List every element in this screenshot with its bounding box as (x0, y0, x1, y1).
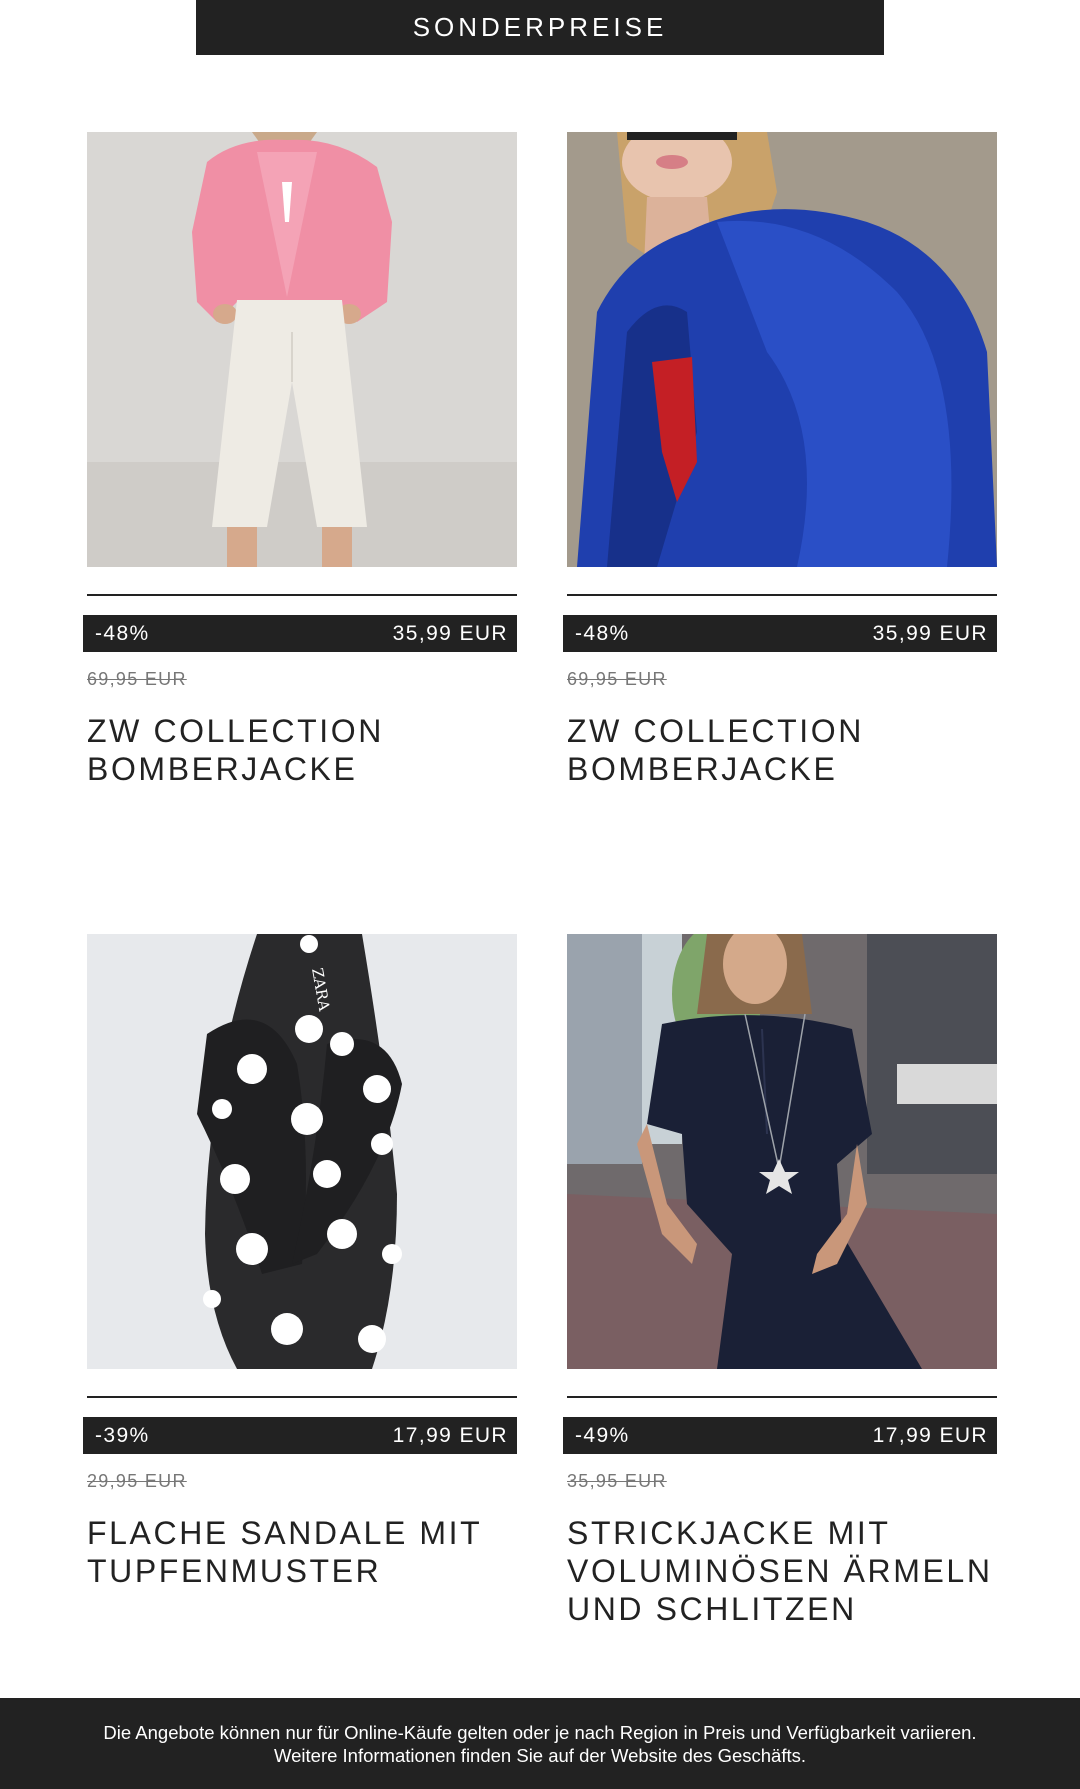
product-title-line: ZW COLLECTION (87, 713, 384, 749)
original-price: 35,95 EUR (567, 1471, 667, 1491)
sale-price: 17,99 EUR (872, 1423, 988, 1447)
discount-badge: -49% (575, 1423, 630, 1447)
original-price: 69,95 EUR (87, 669, 187, 689)
product-title-line: VOLUMINÖSEN ÄRMELN (567, 1553, 993, 1589)
product-title-line: TUPFENMUSTER (87, 1553, 382, 1589)
sale-banner[interactable]: SONDERPREISE (196, 0, 884, 55)
product-card[interactable]: -49% 17,99 EUR 35,95 EUR STRICKJACKE MIT… (563, 934, 997, 1628)
sale-price: 35,99 EUR (872, 621, 988, 645)
discount-badge: -39% (95, 1423, 150, 1447)
photo-polka-dot-sandal[interactable]: ZARA (87, 934, 517, 1369)
footer-disclaimer: Die Angebote können nur für Online-Käufe… (0, 1698, 1080, 1789)
divider (87, 594, 517, 596)
product-title[interactable]: ZW COLLECTION BOMBERJACKE (87, 712, 527, 788)
original-price: 29,95 EUR (87, 1471, 187, 1491)
photo-model-blue-jacket[interactable] (567, 132, 997, 567)
product-title-line: STRICKJACKE MIT (567, 1515, 891, 1551)
product-card[interactable]: -48% 35,99 EUR 69,95 EUR ZW COLLECTION B… (83, 132, 517, 788)
discount-badge: -48% (575, 621, 630, 645)
divider (87, 1396, 517, 1398)
discount-badge: -48% (95, 621, 150, 645)
product-title[interactable]: FLACHE SANDALE MIT TUPFENMUSTER (87, 1514, 527, 1590)
product-title[interactable]: ZW COLLECTION BOMBERJACKE (567, 712, 1007, 788)
footer-disclaimer-line: Weitere Informationen finden Sie auf der… (274, 1744, 806, 1766)
sale-price: 35,99 EUR (392, 621, 508, 645)
product-title-line: FLACHE SANDALE MIT (87, 1515, 483, 1551)
product-card[interactable]: ZARA -39% 17,99 EUR 29,95 EUR FLACHE SAN… (83, 934, 517, 1590)
sale-price: 17,99 EUR (392, 1423, 508, 1447)
divider (567, 594, 997, 596)
original-price: 69,95 EUR (567, 669, 667, 689)
price-bar[interactable]: -48% 35,99 EUR (83, 615, 517, 652)
divider (567, 1396, 997, 1398)
price-bar[interactable]: -49% 17,99 EUR (563, 1417, 997, 1454)
product-title-line: ZW COLLECTION (567, 713, 864, 749)
photo-model-pink-jacket[interactable] (87, 132, 517, 567)
email-page: SONDERPREISE -48% 35,99 EUR 69,95 EUR ZW… (0, 0, 1080, 1789)
price-bar[interactable]: -48% 35,99 EUR (563, 615, 997, 652)
sale-banner-label: SONDERPREISE (412, 12, 668, 42)
photo-model-navy-knit[interactable] (567, 934, 997, 1369)
product-title-line: BOMBERJACKE (567, 751, 838, 787)
product-card[interactable]: -48% 35,99 EUR 69,95 EUR ZW COLLECTION B… (563, 132, 997, 788)
product-title[interactable]: STRICKJACKE MIT VOLUMINÖSEN ÄRMELN UND S… (567, 1514, 1007, 1628)
product-title-line: UND SCHLITZEN (567, 1591, 857, 1627)
footer-disclaimer-line: Die Angebote können nur für Online-Käufe… (103, 1721, 977, 1743)
price-bar[interactable]: -39% 17,99 EUR (83, 1417, 517, 1454)
product-title-line: BOMBERJACKE (87, 751, 358, 787)
